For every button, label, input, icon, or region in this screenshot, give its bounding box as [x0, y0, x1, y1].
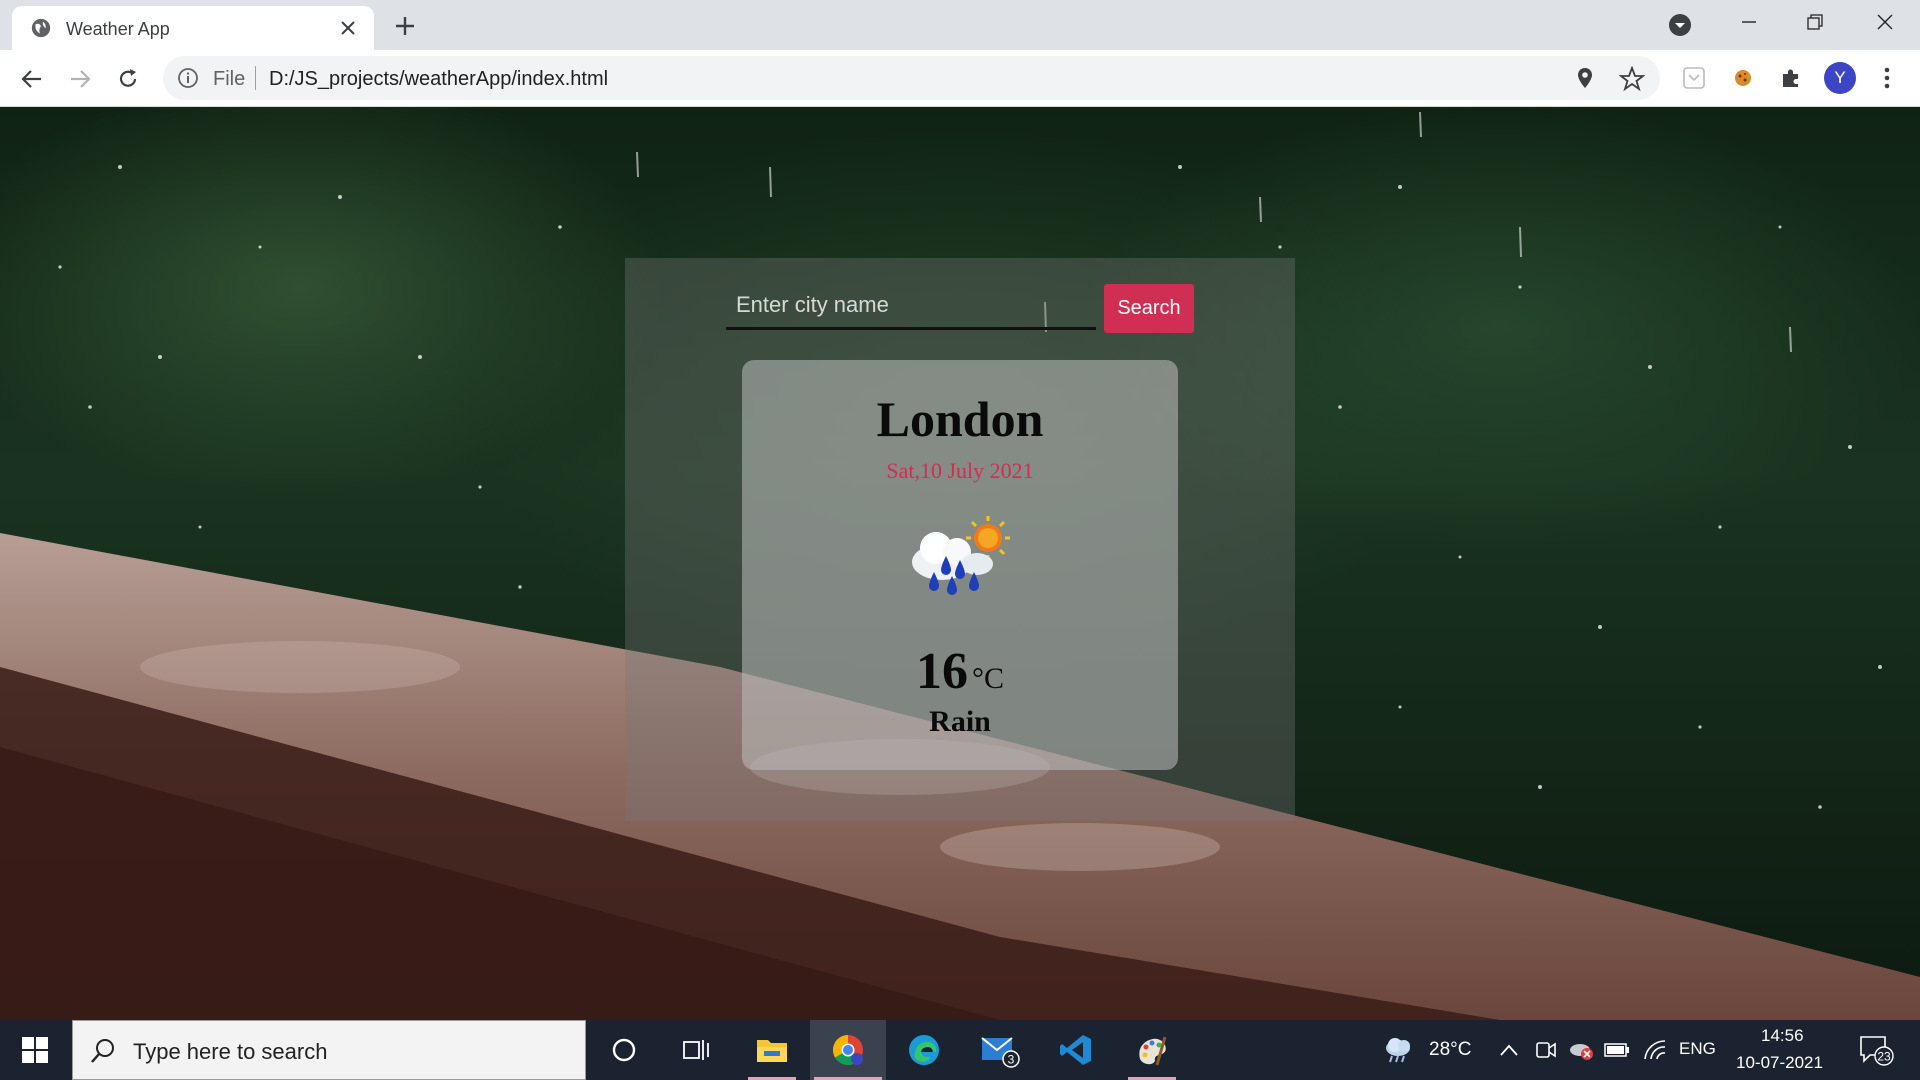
location-pin-icon[interactable] [1573, 66, 1597, 90]
search-icon [91, 1039, 114, 1063]
restore-icon[interactable] [1784, 0, 1846, 44]
weather-card: London Sat,10 July 2021 16 °C Rain [742, 360, 1178, 770]
cortana-icon[interactable] [586, 1020, 662, 1080]
info-icon[interactable] [177, 67, 199, 89]
back-icon[interactable] [16, 63, 48, 95]
wifi-icon[interactable] [1642, 1037, 1668, 1063]
windows-start-icon[interactable] [0, 1020, 70, 1080]
meet-now-icon[interactable] [1533, 1037, 1559, 1063]
onedrive-error-icon[interactable] [1568, 1037, 1594, 1063]
close-window-icon[interactable] [1854, 0, 1916, 44]
forward-icon[interactable] [64, 63, 96, 95]
city-name: London [876, 391, 1044, 447]
reload-icon[interactable] [112, 63, 144, 95]
sun-icon [966, 516, 1010, 560]
address-bar[interactable]: File D:/JS_projects/weatherApp/index.htm… [163, 56, 1660, 100]
browser-tab[interactable]: Weather App [12, 6, 374, 50]
taskbar-search-placeholder: Type here to search [133, 1039, 328, 1064]
taskbar-search-box[interactable]: Type here to search [72, 1020, 586, 1080]
vscode-icon[interactable] [1038, 1020, 1114, 1080]
globe-icon [31, 18, 51, 38]
mail-icon[interactable]: 3 [962, 1020, 1038, 1080]
clock-time[interactable]: 14:56 [1761, 1026, 1804, 1046]
notification-badge: 23 [1877, 1050, 1891, 1064]
task-view-icon[interactable] [658, 1020, 734, 1080]
extension-cookie-icon[interactable] [1728, 63, 1758, 93]
city-search-input[interactable] [726, 282, 1096, 330]
rain-sun-cloud-icon [912, 516, 1010, 595]
url-divider [255, 66, 256, 90]
weather-date: Sat,10 July 2021 [886, 458, 1034, 483]
windows-taskbar: Type here to search 3 28°C ENG 14:56 10-… [0, 1020, 1920, 1080]
extension-pocket-icon[interactable] [1679, 63, 1709, 93]
temperature-unit: °C [971, 662, 1004, 695]
bookmark-star-icon[interactable] [1619, 66, 1645, 92]
temperature-value: 16 [915, 643, 968, 700]
browser-tabstrip: Weather App [0, 0, 1920, 50]
notification-center-icon[interactable]: 23 [1856, 1036, 1896, 1066]
tab-close-icon[interactable] [334, 14, 362, 42]
clock-date[interactable]: 10-07-2021 [1736, 1053, 1823, 1073]
temperature-line: 16 °C [742, 642, 1178, 701]
language-indicator[interactable]: ENG [1679, 1039, 1716, 1059]
chrome-icon[interactable] [810, 1020, 886, 1080]
search-button[interactable]: Search [1104, 284, 1194, 333]
weather-cloud-icon[interactable] [1381, 1037, 1417, 1063]
file-explorer-icon[interactable] [734, 1020, 810, 1080]
battery-icon[interactable] [1604, 1037, 1630, 1063]
tab-search-icon[interactable] [1668, 13, 1692, 37]
paint-icon[interactable] [1114, 1020, 1190, 1080]
new-tab-icon[interactable] [390, 11, 420, 41]
mail-badge: 3 [1008, 1053, 1015, 1067]
edge-icon[interactable] [886, 1020, 962, 1080]
browser-toolbar: File D:/JS_projects/weatherApp/index.htm… [0, 50, 1920, 107]
menu-kebab-icon[interactable] [1872, 63, 1902, 93]
extensions-puzzle-icon[interactable] [1776, 63, 1806, 93]
profile-avatar[interactable]: Y [1824, 62, 1856, 94]
taskbar-weather-temp[interactable]: 28°C [1429, 1039, 1471, 1061]
tab-title: Weather App [66, 19, 170, 39]
url-text[interactable]: D:/JS_projects/weatherApp/index.html [269, 68, 608, 91]
weather-condition: Rain [929, 705, 991, 738]
minimize-icon[interactable] [1718, 0, 1780, 44]
page-viewport: Search London Sat,10 July 2021 [0, 107, 1920, 1020]
url-scheme-label: File [213, 68, 246, 90]
chevron-up-icon[interactable] [1496, 1037, 1522, 1063]
